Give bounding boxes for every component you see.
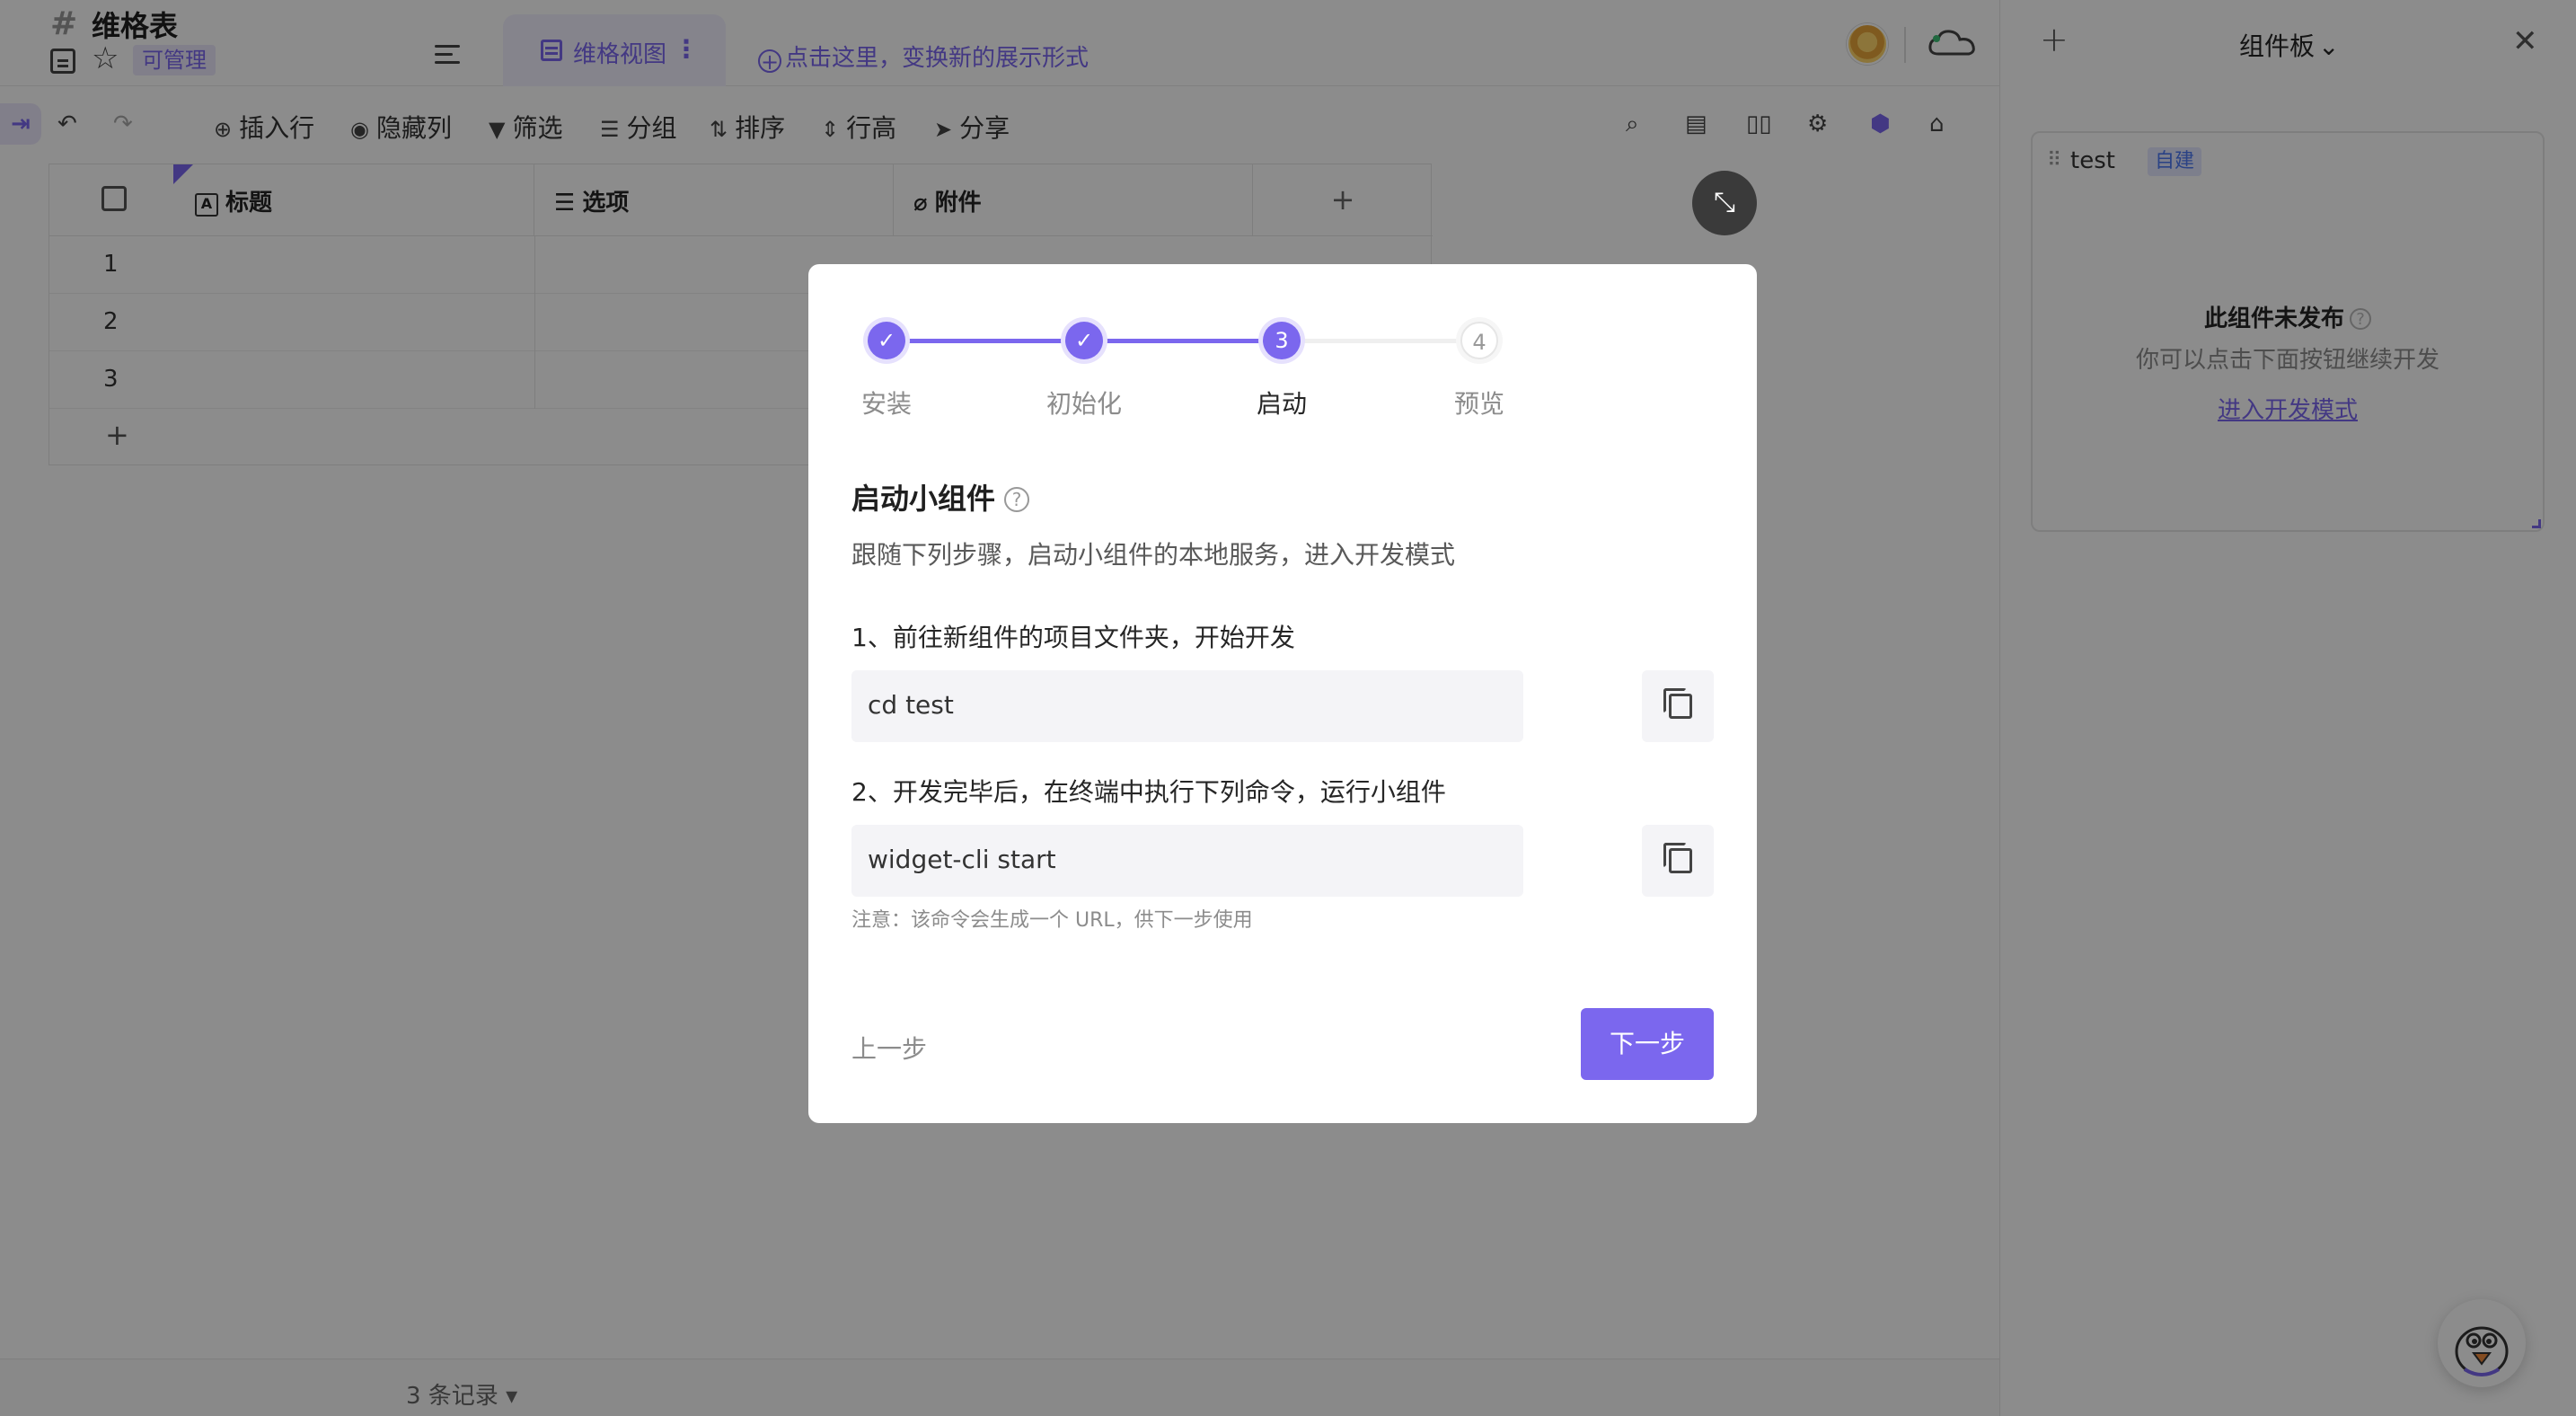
command-note: 注意：该命令会生成一个 URL，供下一步使用: [851, 909, 1253, 932]
step-connector: [1283, 339, 1480, 343]
step-4-label: 预览: [1453, 389, 1504, 419]
step-2-label: 初始化: [1045, 389, 1122, 419]
dialog-description: 跟随下列步骤，启动小组件的本地服务，进入开发模式: [851, 540, 1456, 570]
next-step-button[interactable]: 下一步: [1581, 1008, 1714, 1080]
command-box-start[interactable]: widget-cli start: [851, 825, 1523, 897]
step-2-check-icon: ✓: [1065, 322, 1103, 359]
step-connector: [887, 339, 1085, 343]
step-3-label: 启动: [1256, 389, 1307, 419]
copy-button[interactable]: [1642, 670, 1714, 742]
step-3-number: 3: [1263, 322, 1301, 359]
copy-icon-front: [1669, 848, 1692, 873]
copy-icon-front: [1669, 694, 1692, 719]
collapse-icon[interactable]: ⤡: [1692, 171, 1757, 235]
dialog-title: 启动小组件?: [851, 476, 1030, 518]
instruction-step-1: 1、前往新组件的项目文件夹，开始开发: [851, 623, 1295, 652]
step-4-number: 4: [1460, 322, 1498, 359]
copy-button[interactable]: [1642, 825, 1714, 897]
previous-step-button[interactable]: 上一步: [851, 1030, 927, 1066]
help-icon[interactable]: ?: [1004, 487, 1030, 512]
instruction-step-2: 2、开发完毕后，在终端中执行下列命令，运行小组件: [851, 777, 1446, 807]
start-widget-dialog: ✓ ✓ 3 4 安装 初始化 启动 预览 启动小组件? 跟随下列步骤，启动小组件…: [808, 264, 1757, 1123]
step-1-label: 安装: [860, 389, 912, 419]
dialog-title-text: 启动小组件: [851, 482, 996, 516]
step-1-check-icon: ✓: [868, 322, 905, 359]
command-box-cd[interactable]: cd test: [851, 670, 1523, 742]
step-connector: [1085, 339, 1283, 343]
